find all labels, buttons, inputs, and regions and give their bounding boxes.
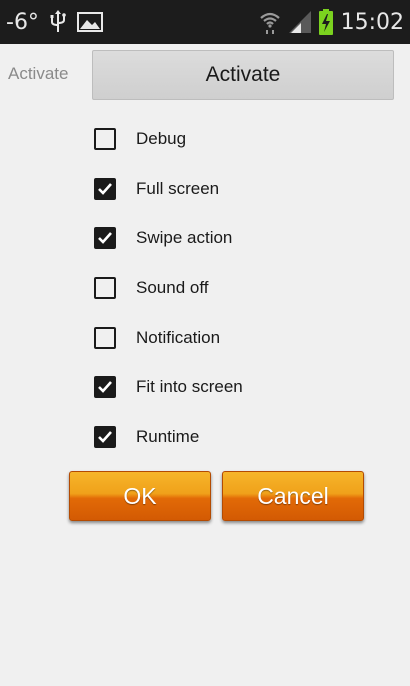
option-full-screen[interactable]: Full screen (94, 164, 394, 214)
option-debug[interactable]: Debug (94, 114, 394, 164)
image-icon (76, 12, 103, 32)
battery-charging-icon (318, 9, 333, 35)
wifi-icon (259, 10, 281, 34)
ok-button[interactable]: OK (69, 471, 211, 521)
activate-button[interactable]: Activate (92, 50, 394, 100)
checkbox[interactable] (94, 127, 116, 150)
settings-screen: -6° 15:02 Activate Activate Debug Full s… (0, 0, 410, 686)
option-label: Full screen (136, 178, 220, 198)
status-right: 15:02 (259, 0, 404, 44)
checkbox[interactable] (94, 326, 116, 349)
option-swipe-action[interactable]: Swipe action (94, 213, 394, 263)
activate-row: Activate Activate (0, 48, 410, 104)
status-left: -6° (6, 0, 103, 44)
checkbox[interactable] (94, 425, 116, 448)
checkbox[interactable] (94, 227, 116, 250)
option-label: Runtime (136, 426, 200, 446)
option-notification[interactable]: Notification (94, 313, 394, 363)
checkbox[interactable] (94, 177, 116, 200)
option-label: Fit into screen (136, 377, 243, 397)
checkbox[interactable] (94, 376, 116, 399)
option-sound-off[interactable]: Sound off (94, 263, 394, 313)
activate-label: Activate (8, 64, 69, 83)
option-label: Debug (136, 128, 187, 148)
cancel-button[interactable]: Cancel (222, 471, 364, 521)
checkbox[interactable] (94, 276, 116, 299)
clock-text: 15:02 (340, 9, 404, 35)
option-runtime[interactable]: Runtime (94, 412, 394, 462)
usb-icon (49, 10, 67, 34)
temperature-text: -6° (6, 9, 39, 35)
option-label: Sound off (136, 277, 209, 297)
options-list: Debug Full screen Swipe action Sound off… (94, 114, 394, 462)
status-bar: -6° 15:02 (0, 0, 410, 44)
option-label: Notification (136, 327, 221, 347)
option-label: Swipe action (136, 228, 233, 248)
option-fit-into-screen[interactable]: Fit into screen (94, 362, 394, 412)
signal-icon (288, 11, 311, 33)
